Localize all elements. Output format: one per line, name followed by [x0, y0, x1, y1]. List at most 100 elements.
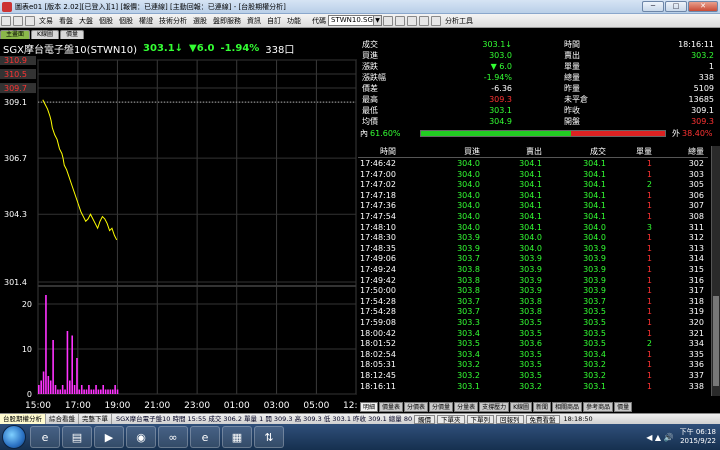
free-quote-button[interactable]: 免費看盤 [525, 414, 560, 424]
intraday-chart[interactable]: 310.9 310.5 309.7 309.1 306.7 304.3 301.4 20 10 0… [0, 56, 358, 416]
table-row[interactable]: 17:54:28 303.7 303.8 303.5 1 319 [358, 307, 708, 318]
menu-item-4[interactable]: 個股 [116, 16, 136, 26]
menu-item-9[interactable]: 資訊 [244, 16, 264, 26]
table-row[interactable]: 18:02:54 303.4 303.5 303.4 1 335 [358, 350, 708, 361]
pointer-icon[interactable] [431, 15, 441, 26]
clock[interactable]: 下午 06:18 2015/9/22 [680, 428, 716, 446]
tab-kline-small[interactable]: K線圖 [510, 402, 533, 412]
clock-time: 下午 06:18 [679, 428, 716, 436]
close-button[interactable]: ✕ [688, 1, 718, 12]
settings-icon[interactable] [383, 15, 393, 26]
minimize-button[interactable]: ─ [642, 1, 664, 12]
table-row[interactable]: 18:01:52 303.5 303.6 303.5 2 334 [358, 339, 708, 350]
tab-reference[interactable]: 參考商品 [583, 402, 614, 412]
code-input[interactable]: STWN10.SG [328, 15, 374, 26]
tick-ask: 303.5 [519, 318, 542, 327]
menu-item-0[interactable]: 文易 [36, 16, 56, 26]
table-row[interactable]: 17:47:54 304.0 304.1 304.1 1 308 [358, 212, 708, 223]
table-row[interactable]: 17:48:35 303.9 304.0 303.9 1 313 [358, 244, 708, 255]
status-tab-order[interactable]: 完整下單 [79, 414, 112, 424]
table-row[interactable]: 17:59:08 303.3 303.5 303.5 1 320 [358, 318, 708, 329]
time-axis-label: 05:00 [303, 401, 329, 411]
table-row[interactable]: 18:00:42 303.4 303.5 303.5 1 321 [358, 329, 708, 340]
forward-icon[interactable] [13, 15, 23, 26]
taskbar-folder-icon[interactable]: ▤ [62, 426, 92, 448]
menu-item-5[interactable]: 權證 [136, 16, 156, 26]
info-right-value: 309.1 [691, 106, 714, 115]
tab-quantity-table[interactable]: 分量表 [454, 402, 479, 412]
taskbar-ie-icon[interactable]: e [30, 426, 60, 448]
price-axis-label: 306.7 [4, 154, 27, 163]
order-bar-button[interactable]: 下單列 [466, 414, 494, 424]
tab-main[interactable]: 主畫面 [0, 30, 31, 39]
tick-time: 18:05:31 [360, 360, 396, 370]
table-row[interactable]: 18:05:31 303.2 303.5 303.2 1 336 [358, 360, 708, 371]
tab-support-resistance[interactable]: 支撐壓力 [479, 402, 510, 412]
table-row[interactable]: 17:49:42 303.8 303.9 303.9 1 316 [358, 276, 708, 287]
table-row[interactable]: 17:47:18 304.0 304.1 304.1 1 306 [358, 191, 708, 202]
tick-bid: 304.0 [457, 190, 480, 200]
taskbar-vs-icon[interactable]: ∞ [158, 426, 188, 448]
taskbar-stock-icon[interactable]: ▦ [222, 426, 252, 448]
touch-price-button[interactable]: 觸價 [414, 414, 435, 424]
start-button[interactable] [2, 425, 26, 449]
tab-price-volume[interactable]: 價量 [59, 30, 84, 39]
tools-menu[interactable]: 分析工具 [442, 16, 476, 26]
volume-bar [47, 376, 50, 394]
tray-icons[interactable]: ◀ ▲ 🔊 [646, 433, 673, 442]
tab-news[interactable]: 新聞 [533, 402, 552, 412]
tab-kline[interactable]: K線圖 [31, 30, 59, 39]
order-folder-button[interactable]: 下單夾 [437, 414, 465, 424]
status-tab-overview[interactable]: 綜合看盤 [46, 414, 79, 424]
tab-detail[interactable]: 明細 [360, 402, 379, 412]
table-row[interactable]: 17:48:30 303.9 304.0 304.0 1 312 [358, 233, 708, 244]
chevron-down-icon[interactable]: ▼ [374, 15, 382, 26]
info-right-label: 昨收 [564, 106, 580, 115]
taskbar-network-icon[interactable]: ⇅ [254, 426, 284, 448]
menu-item-3[interactable]: 個股 [96, 16, 116, 26]
tick-time: 17:54:28 [360, 307, 396, 317]
maximize-button[interactable]: □ [665, 1, 687, 12]
volume-bar [45, 295, 47, 394]
taskbar-e01-icon[interactable]: e [190, 426, 220, 448]
tick-scrollbar[interactable] [711, 146, 720, 396]
scroll-thumb[interactable] [713, 296, 719, 386]
tick-ask: 303.9 [519, 265, 542, 274]
taskbar-media-icon[interactable]: ▶ [94, 426, 124, 448]
status-tab-analysis[interactable]: 台股期權分析 [0, 414, 46, 424]
table-row[interactable]: 17:47:36 304.0 304.1 304.1 1 307 [358, 201, 708, 212]
table-row[interactable]: 17:50:00 303.8 303.9 303.9 1 317 [358, 286, 708, 297]
report-bar-button[interactable]: 回報列 [496, 414, 524, 424]
table-row[interactable]: 18:12:45 303.2 303.5 303.2 1 337 [358, 371, 708, 382]
tab-related[interactable]: 相關商品 [552, 402, 583, 412]
table-row[interactable]: 17:47:00 304.0 304.1 304.1 1 303 [358, 170, 708, 181]
layout-icon[interactable] [395, 15, 405, 26]
table-row[interactable]: 17:48:10 304.0 304.1 304.0 3 311 [358, 223, 708, 234]
tick-ask: 303.5 [519, 360, 542, 370]
table-row[interactable]: 18:16:11 303.1 303.2 303.1 1 338 [358, 382, 708, 393]
help-icon[interactable] [419, 15, 429, 26]
tick-ask: 304.1 [519, 212, 542, 221]
tab-price-breakdown[interactable]: 分價表 [404, 402, 429, 412]
back-icon[interactable] [1, 15, 11, 26]
home-icon[interactable] [25, 15, 35, 26]
tick-last: 303.5 [583, 328, 606, 338]
table-row[interactable]: 17:46:42 304.0 304.1 304.1 1 302 [358, 159, 708, 170]
menu-item-1[interactable]: 看盤 [56, 16, 76, 26]
table-row[interactable]: 17:49:24 303.8 303.9 303.9 1 315 [358, 265, 708, 276]
tab-price-volume-2[interactable]: 價量 [614, 402, 633, 412]
menu-item-6[interactable]: 技術分析 [156, 16, 190, 26]
tab-price-quantity[interactable]: 分價量 [429, 402, 454, 412]
menu-item-8[interactable]: 盤即服務 [210, 16, 244, 26]
table-row[interactable]: 17:49:06 303.7 303.9 303.9 1 314 [358, 254, 708, 265]
print-icon[interactable] [407, 15, 417, 26]
info-left-label: 買進 [362, 51, 378, 60]
table-row[interactable]: 17:47:02 304.0 304.1 304.1 2 305 [358, 180, 708, 191]
taskbar-chrome-icon[interactable]: ◉ [126, 426, 156, 448]
menu-item-11[interactable]: 功能 [284, 16, 304, 26]
menu-item-10[interactable]: 自訂 [264, 16, 284, 26]
menu-item-7[interactable]: 選股 [190, 16, 210, 26]
menu-item-2[interactable]: 大盤 [76, 16, 96, 26]
table-row[interactable]: 17:54:28 303.7 303.8 303.7 1 318 [358, 297, 708, 308]
tab-price-volume-table[interactable]: 價量表 [379, 402, 404, 412]
